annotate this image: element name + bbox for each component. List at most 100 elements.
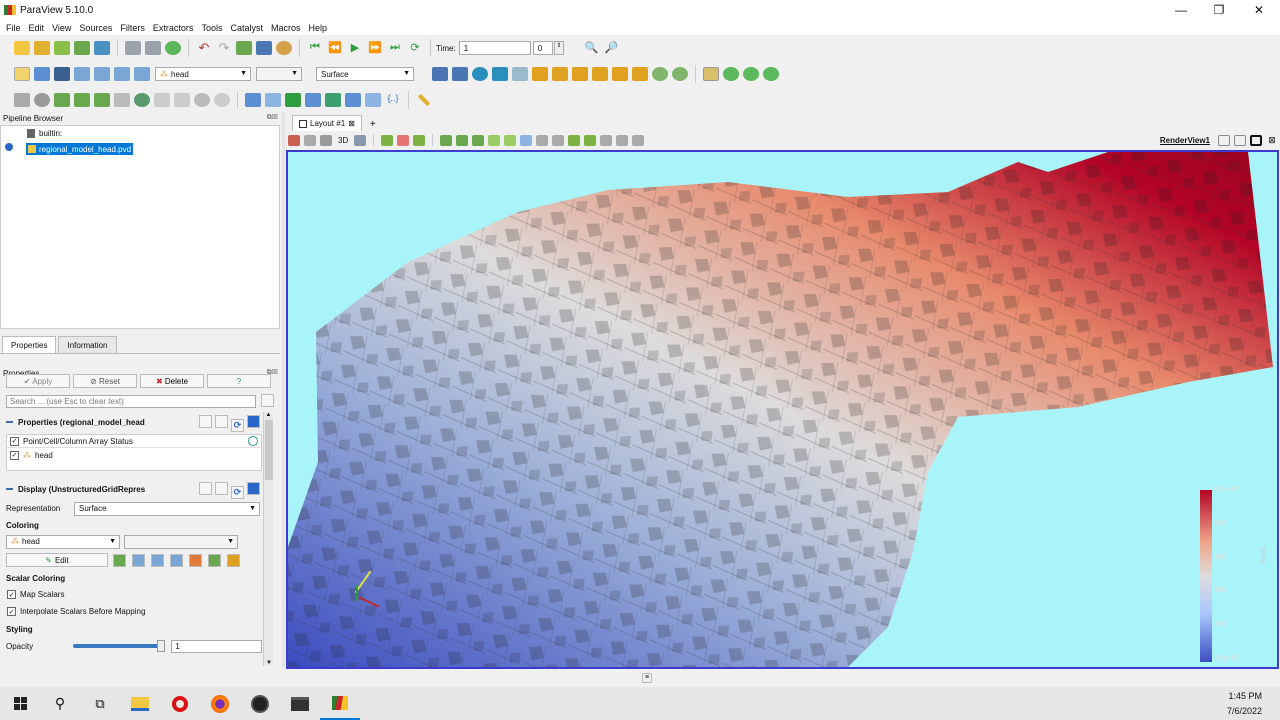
disconnect-icon[interactable] [125, 41, 141, 55]
shrink-selection-icon[interactable] [536, 134, 549, 146]
camera-link-icon[interactable] [354, 134, 367, 146]
obs-icon[interactable] [240, 687, 280, 720]
mesh-quality-icon[interactable] [365, 93, 381, 107]
visibility-eye-icon[interactable] [5, 143, 13, 151]
rescale-visible-range-icon[interactable] [170, 553, 183, 567]
reset-range-icon[interactable] [54, 67, 70, 81]
firefox-icon[interactable] [200, 687, 240, 720]
scrollbar-thumb[interactable] [264, 420, 273, 480]
open-folder-icon[interactable] [14, 41, 30, 55]
copy-icon[interactable] [199, 415, 212, 428]
warp-by-vector-icon[interactable] [174, 93, 190, 107]
section-display-header[interactable]: Display (UnstructuredGridRepres ⟳ [0, 481, 262, 499]
descriptive-statistics-icon[interactable] [345, 93, 361, 107]
reset-button[interactable]: ⊘ Reset [73, 374, 137, 388]
camera-undo-icon[interactable] [236, 41, 252, 55]
layout-tab-1[interactable]: Layout #1 ⊠ [292, 115, 362, 131]
loop-icon[interactable]: ⟳ [407, 41, 423, 55]
search-icon[interactable]: ⚲ [40, 687, 80, 720]
view-layout-icon[interactable] [304, 134, 316, 146]
zoom-box-icon[interactable] [512, 67, 528, 81]
grow-selection-icon[interactable] [520, 134, 533, 146]
ruler-icon[interactable] [417, 93, 431, 107]
save-defaults-icon[interactable] [247, 415, 260, 428]
minimize-button[interactable]: — [1161, 0, 1201, 20]
time-index-spinbox[interactable]: 0 [532, 41, 553, 55]
view-plus-x-icon[interactable] [532, 67, 548, 81]
minus-selection-icon[interactable] [616, 134, 629, 146]
menu-extractors[interactable]: Extractors [153, 23, 194, 33]
reset-camera-closest-icon[interactable] [452, 67, 468, 81]
toggle-color-legend-icon[interactable] [14, 67, 30, 81]
advanced-settings-gear-icon[interactable] [261, 394, 274, 407]
hover-points-icon[interactable] [504, 134, 517, 146]
connect-icon[interactable] [94, 41, 110, 55]
terminal-icon[interactable] [280, 687, 320, 720]
rescale-data-range-icon[interactable] [132, 553, 145, 567]
choose-preset-icon[interactable] [113, 553, 126, 567]
contour-icon[interactable] [34, 93, 50, 107]
center-axes-icon[interactable] [703, 67, 719, 81]
rescale-over-time-icon[interactable] [134, 67, 150, 81]
slice-icon[interactable] [74, 93, 90, 107]
undo-icon[interactable]: ↶ [196, 41, 212, 55]
rescale-visible-icon[interactable] [94, 67, 110, 81]
time-index-spinner-icon[interactable]: ⇕ [553, 41, 564, 55]
camera-redo-icon[interactable] [256, 41, 272, 55]
head-array-checkbox[interactable]: ✓ [10, 450, 19, 460]
render-view-label[interactable]: RenderView1 [1160, 136, 1210, 145]
first-frame-icon[interactable]: ⏮ [307, 41, 323, 55]
python-calculator-icon[interactable] [325, 93, 341, 107]
show-center-icon[interactable] [723, 67, 739, 81]
zoom-to-data-icon[interactable]: 🔍 [584, 41, 600, 55]
play-icon[interactable]: ▶ [347, 41, 363, 55]
tab-properties[interactable]: Properties [2, 336, 57, 353]
edit-color-map-icon[interactable] [34, 67, 50, 81]
menu-macros[interactable]: Macros [271, 23, 301, 33]
rescale-custom-icon[interactable] [74, 67, 90, 81]
rotate-minus-90-icon[interactable] [672, 67, 688, 81]
maximize-view-icon[interactable] [1250, 134, 1262, 146]
pick-center-icon[interactable] [763, 67, 779, 81]
opacity-slider-handle[interactable] [157, 640, 166, 652]
rotate-plus-90-icon[interactable] [652, 67, 668, 81]
menu-view[interactable]: View [52, 23, 71, 33]
opacity-slider[interactable] [72, 640, 166, 652]
refresh-icon[interactable]: ⟳ [231, 486, 244, 499]
coloring-array-select[interactable]: ⁂ head ▼ [6, 534, 120, 549]
extract-subset-icon[interactable] [114, 93, 130, 107]
representation-combo[interactable]: Surface ▼ [316, 67, 414, 81]
pipeline-item-regional-model-head[interactable]: regional_model_head.pvd [26, 143, 134, 155]
plot-selection-icon[interactable] [265, 93, 281, 107]
find-data-icon[interactable] [584, 134, 597, 146]
save-defaults-icon[interactable] [247, 482, 260, 495]
search-input[interactable]: Search ... (use Esc to clear text) [6, 395, 256, 408]
copy-icon[interactable] [199, 482, 212, 495]
plus-selection-icon[interactable] [600, 134, 613, 146]
paste-icon[interactable] [215, 415, 228, 428]
representation-select[interactable]: Surface ▼ [74, 501, 260, 516]
tab-information[interactable]: Information [58, 336, 117, 353]
group-datasets-icon[interactable] [194, 93, 210, 107]
zoom-to-box-icon[interactable]: 🔎 [604, 41, 620, 55]
redo-icon[interactable]: ↷ [216, 41, 232, 55]
maximize-button[interactable]: ❐ [1199, 0, 1239, 20]
close-view-icon[interactable]: ⊠ [1266, 135, 1278, 146]
plot-over-line-icon[interactable] [245, 93, 261, 107]
file-explorer-icon[interactable] [120, 687, 160, 720]
histogram-icon[interactable] [285, 93, 301, 107]
system-clock[interactable]: 1:45 PM 7/6/2022 [1227, 689, 1262, 719]
view-plus-z-icon[interactable] [612, 67, 628, 81]
help-button[interactable]: ? [207, 374, 271, 388]
save-state-icon[interactable] [74, 41, 90, 55]
coloring-component-select[interactable]: ▼ [124, 534, 238, 549]
toggle-legend-icon[interactable] [208, 553, 221, 567]
menu-edit[interactable]: Edit [29, 23, 45, 33]
opera-icon[interactable] [160, 687, 200, 720]
glyph-icon[interactable] [134, 93, 150, 107]
opacity-input[interactable]: 1 [171, 639, 263, 653]
view-minus-z-icon[interactable] [632, 67, 648, 81]
clear-selection-icon[interactable] [632, 134, 645, 146]
select-polygon-points-icon[interactable] [456, 134, 469, 146]
select-cells-on-icon[interactable] [381, 134, 394, 146]
